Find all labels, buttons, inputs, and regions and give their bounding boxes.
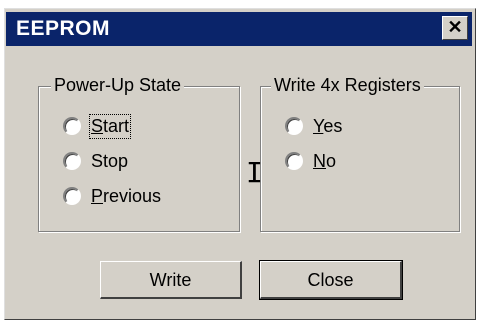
radio-start-label: Start [88, 113, 132, 139]
close-window-button[interactable]: ✕ [442, 16, 468, 40]
window-title: EEPROM [16, 17, 111, 40]
radio-start[interactable]: Start [63, 113, 132, 139]
write-button[interactable]: Write [100, 261, 242, 299]
radio-no-circle[interactable] [285, 152, 303, 170]
close-button[interactable]: Close [259, 260, 403, 300]
write-4x-registers-legend: Write 4x Registers [271, 75, 424, 96]
radio-stop-circle[interactable] [63, 152, 81, 170]
title-bar: EEPROM ✕ [6, 12, 472, 46]
close-button-label: Close [307, 270, 354, 290]
radio-yes-circle[interactable] [285, 117, 303, 135]
write-button-label: Write [149, 270, 192, 290]
close-icon: ✕ [447, 17, 463, 37]
power-up-state-group: Power-Up State Start Stop Previous [38, 75, 240, 232]
write-4x-registers-group: Write 4x Registers Yes No [260, 75, 460, 232]
radio-no[interactable]: No [285, 148, 336, 174]
radio-stop[interactable]: Stop [63, 148, 128, 174]
radio-stop-label: Stop [91, 150, 129, 171]
text-cursor-icon: I [246, 156, 263, 189]
radio-yes-label: Yes [313, 115, 343, 136]
radio-previous-circle[interactable] [63, 187, 81, 205]
power-up-state-legend: Power-Up State [51, 75, 185, 96]
radio-start-circle[interactable] [63, 117, 81, 135]
radio-previous-label: Previous [91, 185, 162, 206]
radio-yes[interactable]: Yes [285, 113, 342, 139]
radio-previous[interactable]: Previous [63, 183, 161, 209]
radio-no-label: No [313, 150, 337, 171]
